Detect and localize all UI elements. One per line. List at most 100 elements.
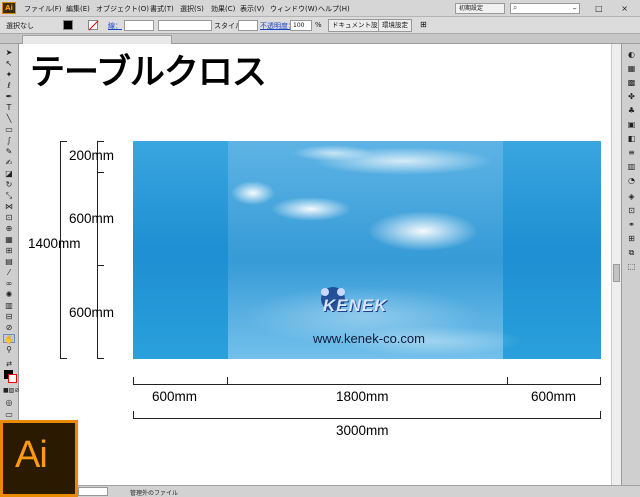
- eraser-tool-icon[interactable]: ◪: [3, 169, 15, 178]
- symbol-sprayer-tool-icon[interactable]: ✺: [3, 290, 15, 299]
- graphic-styles-icon[interactable]: ▣: [626, 120, 637, 129]
- stroke-label[interactable]: 線：: [108, 21, 122, 31]
- arrange-icon[interactable]: ⊞: [420, 20, 427, 29]
- lasso-tool-icon[interactable]: ℓ: [3, 81, 15, 90]
- line-tool-icon[interactable]: ╲: [3, 114, 15, 123]
- align-panel-icon[interactable]: ⊞: [626, 234, 637, 243]
- swatches-panel-icon[interactable]: ▩: [626, 78, 637, 87]
- menu-window[interactable]: ウィンドウ(W): [270, 4, 317, 14]
- artboards-panel-icon[interactable]: ⊡: [626, 206, 637, 215]
- type-tool-icon[interactable]: T: [3, 103, 15, 112]
- blend-tool-icon[interactable]: ∞: [3, 279, 15, 288]
- stroke-weight-dropdown[interactable]: [124, 20, 154, 31]
- slice-tool-icon[interactable]: ⊘: [3, 323, 15, 332]
- file-status: 管理外のファイル: [130, 490, 179, 497]
- menu-edit[interactable]: 編集(E): [66, 4, 90, 14]
- paintbrush-tool-icon[interactable]: ∫: [3, 136, 15, 145]
- mesh-tool-icon[interactable]: ⊞: [3, 246, 15, 255]
- links-panel-icon[interactable]: ⚭: [626, 220, 637, 229]
- sky-artwork: [133, 141, 601, 359]
- width-tool-icon[interactable]: ⋈: [3, 202, 15, 211]
- stroke-panel-icon[interactable]: ≡: [626, 148, 637, 157]
- shape-builder-tool-icon[interactable]: ⊕: [3, 224, 15, 233]
- total-height-tick-bottom: [60, 358, 67, 359]
- variable-width-dropdown[interactable]: [158, 20, 212, 31]
- selection-tool-icon[interactable]: ➤: [3, 48, 15, 57]
- style-dropdown[interactable]: [238, 20, 258, 31]
- pencil-tool-icon[interactable]: ✎: [3, 147, 15, 156]
- zoom-field[interactable]: [78, 487, 108, 496]
- width-tick-4: [600, 377, 601, 385]
- vertical-scrollbar[interactable]: [611, 44, 621, 485]
- document-tab[interactable]: [22, 35, 172, 44]
- preferences-button[interactable]: 環境設定: [378, 19, 412, 32]
- transparency-panel-icon[interactable]: ◔: [626, 176, 637, 185]
- total-height-tick-top: [60, 141, 67, 142]
- height-dim-2: 600mm: [69, 211, 115, 226]
- width-tick-3: [507, 377, 508, 385]
- magic-wand-tool-icon[interactable]: ✦: [3, 70, 15, 79]
- workspace-switcher[interactable]: 初期設定: [455, 3, 505, 14]
- total-width-tick-right: [600, 411, 601, 419]
- height-dim-1: 200mm: [69, 148, 115, 163]
- gradient-panel-icon[interactable]: ▥: [626, 162, 637, 171]
- website-url: www.kenek-co.com: [313, 331, 425, 346]
- color-mode-icons[interactable]: ■▧⊘: [3, 386, 19, 395]
- segment-tick-1: [97, 141, 104, 142]
- symbols-panel-icon[interactable]: ♣: [626, 106, 637, 115]
- screen-mode-icon[interactable]: ▭: [3, 410, 15, 419]
- workspace-label: 初期設定: [459, 5, 484, 12]
- artboard-tool-icon[interactable]: ⊟: [3, 312, 15, 321]
- search-field[interactable]: ⌕: [510, 3, 580, 14]
- selection-state: 選択なし: [6, 22, 34, 30]
- tablecloth-design[interactable]: KENEK www.kenek-co.com: [133, 141, 601, 359]
- scroll-thumb[interactable]: [613, 264, 620, 282]
- menu-select[interactable]: 選択(S): [180, 4, 204, 14]
- menu-view[interactable]: 表示(V): [240, 4, 264, 14]
- color-panel-icon[interactable]: ◐: [626, 50, 637, 59]
- color-guide-icon[interactable]: ▦: [626, 64, 637, 73]
- menu-object[interactable]: オブジェクト(O): [96, 4, 149, 14]
- appearance-panel-icon[interactable]: ◧: [626, 134, 637, 143]
- menu-type[interactable]: 書式(T): [150, 4, 174, 14]
- menu-effect[interactable]: 効果(C): [211, 4, 235, 14]
- panel-dock: ◐ ▦ ▩ ✤ ♣ ▣ ◧ ≡ ▥ ◔ ◈ ⊡ ⚭ ⊞ ⧉ ⬚: [621, 44, 640, 485]
- app-icon[interactable]: Ai: [2, 2, 16, 14]
- window-controls[interactable]: – □ ×: [573, 4, 636, 13]
- rectangle-tool-icon[interactable]: ▭: [3, 125, 15, 134]
- blob-brush-tool-icon[interactable]: ✍: [3, 158, 15, 167]
- free-transform-tool-icon[interactable]: ⊡: [3, 213, 15, 222]
- total-width-label: 3000mm: [336, 423, 389, 438]
- swap-colors-icon[interactable]: ⇄: [3, 360, 15, 369]
- transform-panel-icon[interactable]: ⬚: [626, 262, 637, 271]
- width-dim-2: 1800mm: [336, 389, 389, 404]
- menu-file[interactable]: ファイル(F): [24, 4, 62, 14]
- perspective-grid-tool-icon[interactable]: ▦: [3, 235, 15, 244]
- gradient-tool-icon[interactable]: ▤: [3, 257, 15, 266]
- pathfinder-panel-icon[interactable]: ⧉: [626, 248, 637, 257]
- opacity-unit: %: [315, 21, 322, 29]
- menu-help[interactable]: ヘルプ(H): [318, 4, 350, 14]
- scale-tool-icon[interactable]: ⤡: [3, 191, 15, 200]
- layers-panel-icon[interactable]: ◈: [626, 192, 637, 201]
- search-icon: ⌕: [513, 3, 518, 12]
- column-graph-tool-icon[interactable]: ▥: [3, 301, 15, 310]
- segment-tick-3: [97, 265, 104, 266]
- zoom-tool-icon[interactable]: ⚲: [3, 345, 15, 354]
- pen-tool-icon[interactable]: ✒: [3, 92, 15, 101]
- fill-swatch[interactable]: [63, 20, 73, 30]
- eyedropper-tool-icon[interactable]: ⁄: [3, 268, 15, 277]
- width-tick-2: [227, 377, 228, 385]
- width-tick-1: [133, 377, 134, 385]
- width-segment-line: [133, 384, 601, 385]
- brushes-panel-icon[interactable]: ✤: [626, 92, 637, 101]
- stroke-swatch[interactable]: [88, 20, 98, 30]
- hand-tool-icon[interactable]: ✋: [3, 334, 15, 344]
- opacity-input[interactable]: 100: [290, 20, 312, 31]
- draw-mode-icon[interactable]: ◎: [3, 398, 15, 407]
- rotate-tool-icon[interactable]: ↻: [3, 180, 15, 189]
- control-bar: 選択なし 線： スタイル： 不透明度： 100 % ドキュメント設定 環境設定 …: [0, 17, 640, 34]
- direct-selection-tool-icon[interactable]: ↖: [3, 59, 15, 68]
- total-height-label: 1400mm: [28, 236, 81, 251]
- stroke-color-icon[interactable]: [8, 374, 17, 383]
